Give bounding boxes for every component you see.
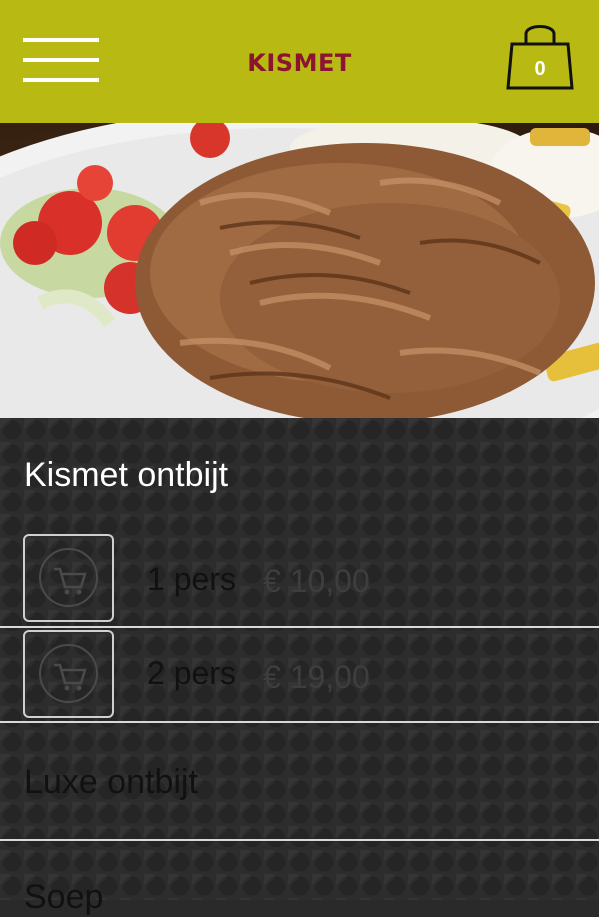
shopping-bag-button[interactable]: 0: [506, 18, 574, 92]
hero-food-image: [0, 123, 599, 418]
item-price: € 10,00: [263, 563, 370, 599]
cart-icon: [54, 567, 87, 595]
item-quantity-label: 2 pers: [147, 655, 236, 691]
item-quantity-label: 1 pers: [147, 561, 236, 597]
row-divider: [0, 839, 599, 841]
section-title: Kismet ontbijt: [24, 456, 229, 494]
cart-count: 0: [534, 58, 546, 80]
add-to-cart-button[interactable]: [23, 630, 114, 718]
row-divider: [0, 721, 599, 723]
top-bar: KISMET 0: [0, 0, 599, 123]
row-divider: [0, 626, 599, 628]
category-luxe-ontbijt[interactable]: Luxe ontbijt: [24, 763, 198, 802]
cart-icon: [54, 663, 87, 691]
category-soep[interactable]: Soep: [24, 878, 103, 917]
add-to-cart-button[interactable]: [23, 534, 114, 622]
item-price: € 19,00: [263, 659, 370, 695]
